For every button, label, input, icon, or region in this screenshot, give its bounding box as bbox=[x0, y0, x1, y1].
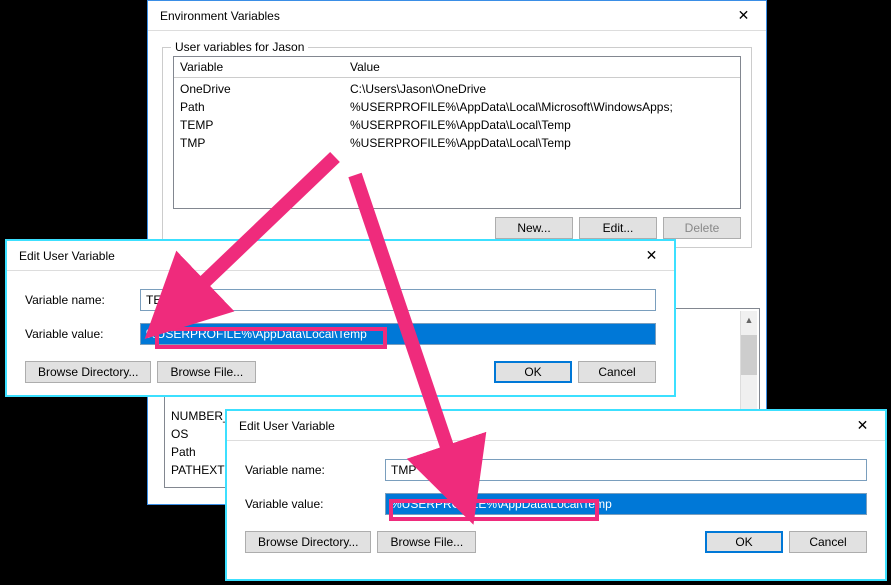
table-row[interactable]: Path %USERPROFILE%\AppData\Local\Microso… bbox=[174, 98, 740, 116]
col-variable[interactable]: Variable bbox=[174, 57, 344, 77]
browse-directory-button[interactable]: Browse Directory... bbox=[245, 531, 371, 553]
user-variables-group: User variables for Jason Variable Value … bbox=[162, 47, 752, 248]
variable-value-input[interactable] bbox=[140, 323, 656, 345]
edit-button[interactable]: Edit... bbox=[579, 217, 657, 239]
close-button[interactable]: ✕ bbox=[721, 1, 766, 31]
cell-val: %USERPROFILE%\AppData\Local\Temp bbox=[344, 135, 740, 151]
cancel-button[interactable]: Cancel bbox=[578, 361, 656, 383]
cell-var: Path bbox=[174, 99, 344, 115]
table-row[interactable]: OneDrive C:\Users\Jason\OneDrive bbox=[174, 80, 740, 98]
variable-name-label: Variable name: bbox=[245, 463, 385, 477]
close-icon: ✕ bbox=[738, 7, 750, 24]
new-button[interactable]: New... bbox=[495, 217, 573, 239]
ok-button[interactable]: OK bbox=[494, 361, 572, 383]
browse-file-button[interactable]: Browse File... bbox=[377, 531, 476, 553]
user-variables-label: User variables for Jason bbox=[171, 40, 308, 54]
variable-value-input[interactable] bbox=[385, 493, 867, 515]
variable-name-label: Variable name: bbox=[25, 293, 140, 307]
cell-val: %USERPROFILE%\AppData\Local\Temp bbox=[344, 117, 740, 133]
titlebar: Edit User Variable ✕ bbox=[7, 241, 674, 271]
close-icon: ✕ bbox=[857, 417, 869, 434]
table-body: OneDrive C:\Users\Jason\OneDrive Path %U… bbox=[174, 78, 740, 208]
close-button[interactable]: ✕ bbox=[840, 411, 885, 441]
close-button[interactable]: ✕ bbox=[629, 241, 674, 271]
browse-directory-button[interactable]: Browse Directory... bbox=[25, 361, 151, 383]
scroll-up-arrow-icon[interactable]: ▲ bbox=[741, 311, 757, 328]
table-row[interactable]: TMP %USERPROFILE%\AppData\Local\Temp bbox=[174, 134, 740, 152]
ok-button[interactable]: OK bbox=[705, 531, 783, 553]
window-title: Environment Variables bbox=[160, 9, 280, 23]
titlebar: Edit User Variable ✕ bbox=[227, 411, 885, 441]
titlebar: Environment Variables ✕ bbox=[148, 1, 766, 31]
close-icon: ✕ bbox=[646, 247, 658, 264]
cell-var: OneDrive bbox=[174, 81, 344, 97]
cell-var: TMP bbox=[174, 135, 344, 151]
user-variables-table[interactable]: Variable Value OneDrive C:\Users\Jason\O… bbox=[173, 56, 741, 209]
window-title: Edit User Variable bbox=[239, 419, 335, 433]
table-row[interactable]: TEMP %USERPROFILE%\AppData\Local\Temp bbox=[174, 116, 740, 134]
cancel-button[interactable]: Cancel bbox=[789, 531, 867, 553]
variable-name-input[interactable] bbox=[140, 289, 656, 311]
variable-value-label: Variable value: bbox=[245, 497, 385, 511]
variable-value-label: Variable value: bbox=[25, 327, 140, 341]
edit-user-variable-dialog-tmp: Edit User Variable ✕ Variable name: Vari… bbox=[225, 409, 887, 581]
edit-user-variable-dialog-temp: Edit User Variable ✕ Variable name: Vari… bbox=[5, 239, 676, 397]
window-title: Edit User Variable bbox=[19, 249, 115, 263]
col-value[interactable]: Value bbox=[344, 57, 740, 77]
cell-val: C:\Users\Jason\OneDrive bbox=[344, 81, 740, 97]
delete-button[interactable]: Delete bbox=[663, 217, 741, 239]
browse-file-button[interactable]: Browse File... bbox=[157, 361, 256, 383]
variable-name-input[interactable] bbox=[385, 459, 867, 481]
cell-var: TEMP bbox=[174, 117, 344, 133]
cell-val: %USERPROFILE%\AppData\Local\Microsoft\Wi… bbox=[344, 99, 740, 115]
table-header: Variable Value bbox=[174, 57, 740, 78]
scroll-thumb[interactable] bbox=[741, 335, 757, 375]
